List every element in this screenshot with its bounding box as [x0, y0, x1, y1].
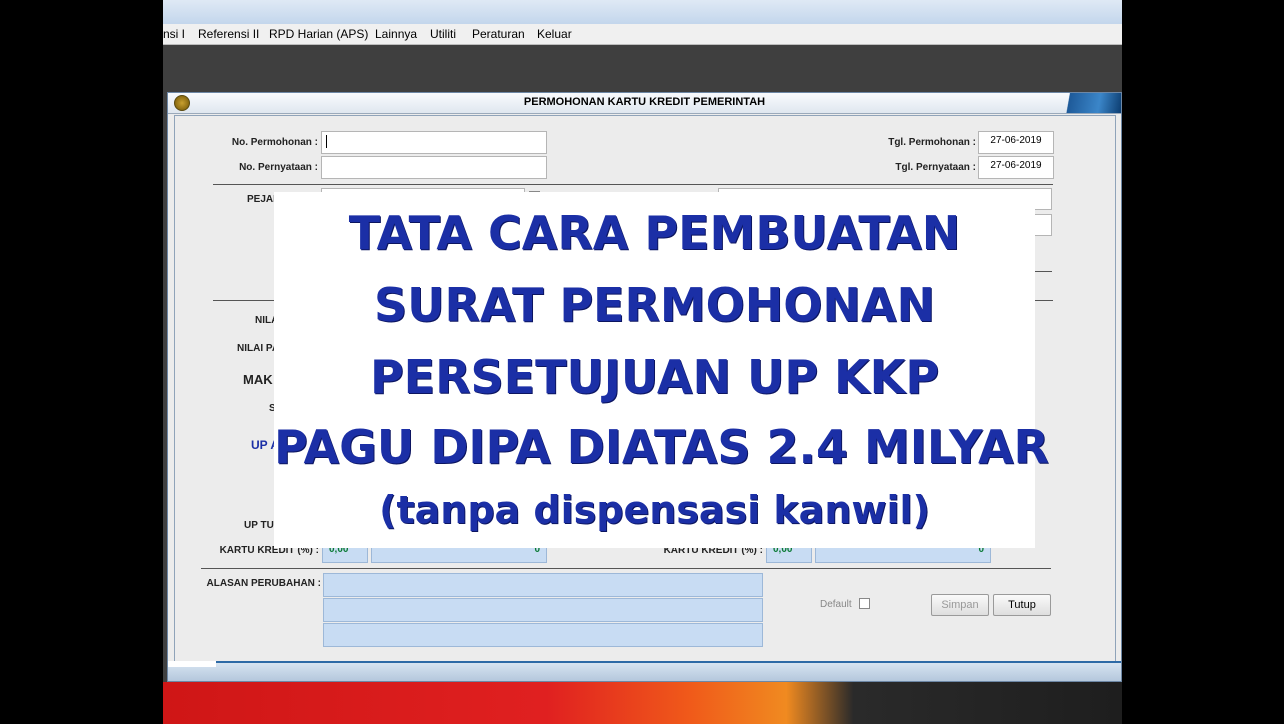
no-permohonan-input[interactable]: [321, 131, 547, 154]
no-pernyataan-input[interactable]: [321, 156, 547, 179]
tgl-pernyataan-label: Tgl. Pernyataan :: [895, 162, 976, 173]
dialog-title: PERMOHONAN KARTU KREDIT PEMERINTAH: [523, 96, 766, 108]
overlay-line-4: PAGU DIPA DIATAS 2.4 MILYAR: [274, 420, 1049, 474]
alasan-perubahan-line-1[interactable]: [323, 573, 763, 597]
overlay-line-1: TATA CARA PEMBUATAN: [348, 206, 961, 260]
tgl-permohonan-field[interactable]: 27-06-2019: [978, 131, 1054, 154]
up-tunai-label: UP TU: [244, 520, 274, 531]
desktop-background: [163, 682, 1122, 724]
titlebar-wave-decoration: [1046, 93, 1121, 113]
no-pernyataan-label: No. Pernyataan :: [239, 162, 318, 173]
menu-item-referensi-ii[interactable]: Referensi II: [198, 27, 259, 41]
overlay-line-3: PERSETUJUAN UP KKP: [369, 350, 940, 404]
title-overlay-card: TATA CARA PEMBUATAN SURAT PERMOHONAN PER…: [274, 192, 1049, 548]
menu-item-keluar[interactable]: Keluar: [537, 27, 572, 41]
menu-item-lainnya[interactable]: Lainnya: [375, 27, 417, 41]
alasan-perubahan-label: ALASAN PERUBAHAN :: [206, 578, 321, 589]
dialog-titlebar[interactable]: PERMOHONAN KARTU KREDIT PEMERINTAH: [168, 93, 1121, 114]
mak-label: MAK: [243, 372, 273, 387]
no-permohonan-label: No. Permohonan :: [231, 137, 318, 148]
nilai-pagu-label: NILAI PA: [237, 343, 280, 354]
overlay-line-2: SURAT PERMOHONAN: [374, 278, 935, 332]
default-label: Default: [820, 599, 852, 610]
separator-line: [213, 184, 1053, 185]
menu-bar: nsi I Referensi II RPD Harian (APS) Lain…: [163, 24, 1122, 45]
alasan-perubahan-line-3[interactable]: [323, 623, 763, 647]
separator-line-3: [201, 568, 1051, 569]
overlay-line-5: (tanpa dispensasi kanwil): [379, 488, 930, 532]
simpan-button[interactable]: Simpan: [931, 594, 989, 616]
menu-item-rpd-harian[interactable]: RPD Harian (APS): [269, 27, 368, 41]
window-titlebar: [163, 0, 1122, 24]
tgl-permohonan-label: Tgl. Permohonan :: [888, 137, 976, 148]
tutup-button[interactable]: Tutup: [993, 594, 1051, 616]
tgl-pernyataan-field[interactable]: 27-06-2019: [978, 156, 1054, 179]
menu-item-utiliti[interactable]: Utiliti: [430, 27, 456, 41]
default-checkbox[interactable]: [859, 598, 870, 609]
alasan-perubahan-line-2[interactable]: [323, 598, 763, 622]
menu-item-peraturan[interactable]: Peraturan: [472, 27, 525, 41]
menu-item-referensi-i[interactable]: nsi I: [163, 27, 185, 41]
dialog-bottom-bar: [168, 661, 1121, 681]
